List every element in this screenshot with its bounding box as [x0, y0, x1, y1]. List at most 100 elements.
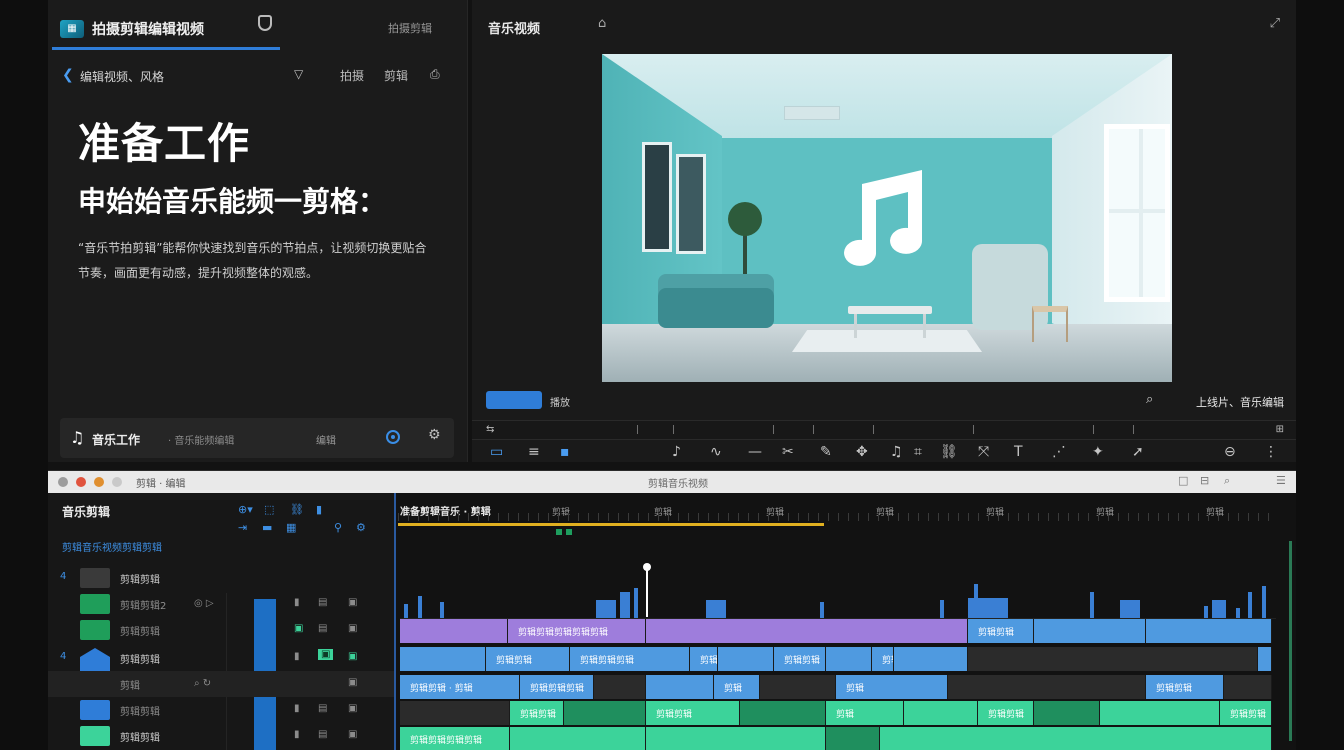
track-lock-icon[interactable]: ▮: [294, 597, 300, 608]
tool-marker-icon[interactable]: ▮: [316, 503, 322, 516]
transition-icon[interactable]: ⤧: [978, 444, 989, 460]
ruler-start-icon[interactable]: ⇆: [486, 424, 494, 435]
clip[interactable]: [564, 701, 646, 725]
move-icon[interactable]: ✥: [856, 444, 868, 460]
clip[interactable]: [894, 647, 968, 671]
video-preview-frame[interactable]: [602, 54, 1172, 382]
track-toggle-icon[interactable]: ◎ ▷: [194, 598, 214, 609]
timeline-area[interactable]: 准备剪辑音乐 · 剪辑 剪辑 剪辑 剪辑 剪辑 剪辑 剪辑 剪辑: [394, 493, 1296, 750]
track-row[interactable]: 4 剪辑剪辑 ▮ ▣ ▣: [48, 645, 394, 684]
track-solo-icon[interactable]: ▤: [318, 729, 327, 740]
expand-icon[interactable]: ⤢: [1270, 16, 1280, 31]
preview-ruler[interactable]: ⇆ | | | | | | | | ⊞: [472, 420, 1296, 440]
track-mute-icon[interactable]: ▣: [348, 651, 357, 662]
export-icon[interactable]: ⎙: [430, 67, 440, 82]
tool-link-icon[interactable]: ⛓: [290, 503, 304, 516]
time-ruler[interactable]: [398, 513, 1278, 521]
tool-add-icon[interactable]: ⊕▾: [238, 503, 253, 516]
filter-icon[interactable]: ▽: [294, 67, 303, 81]
clip[interactable]: [1034, 619, 1146, 643]
track-row[interactable]: 剪辑剪辑 ▮ ▤ ▣: [48, 697, 394, 723]
track-mute-icon[interactable]: ▣: [348, 703, 357, 714]
monitor-icon[interactable]: ▭: [490, 444, 503, 460]
target-icon[interactable]: [386, 430, 400, 444]
clip[interactable]: 剪辑: [714, 675, 760, 699]
track-row[interactable]: 剪辑剪辑 ▣ ▤ ▣: [48, 617, 394, 643]
window-panel-icon[interactable]: ⊟: [1200, 474, 1209, 487]
timeline-scrollbar[interactable]: [1289, 541, 1292, 741]
text-icon[interactable]: T: [1014, 444, 1023, 460]
nav-icon-label-1[interactable]: 拍摄: [340, 67, 364, 84]
clip[interactable]: [400, 619, 508, 643]
window-square-icon[interactable]: □: [1178, 474, 1188, 487]
clip[interactable]: [1034, 701, 1100, 725]
dash-icon[interactable]: —: [748, 444, 762, 460]
clip[interactable]: [400, 647, 486, 671]
track-row[interactable]: 剪辑剪辑2 ◎ ▷ ▮ ▤ ▣: [48, 591, 394, 617]
clip[interactable]: 剪辑剪辑: [1220, 701, 1272, 725]
back-arrow-icon[interactable]: ❮: [62, 67, 74, 83]
pen-icon[interactable]: ✎: [820, 444, 832, 460]
track-mute-icon[interactable]: ▣: [348, 623, 357, 634]
razor-icon[interactable]: ✂: [782, 444, 794, 460]
clip[interactable]: 剪辑剪辑: [1146, 675, 1224, 699]
tool-snap-icon[interactable]: ⚲: [334, 521, 342, 534]
window-search-icon[interactable]: ⌕: [1224, 474, 1230, 488]
app-tab[interactable]: ▦ 拍摄剪辑编辑视频: [52, 10, 280, 50]
track-lock-icon[interactable]: ▮: [294, 703, 300, 714]
clip[interactable]: [826, 727, 880, 750]
clip[interactable]: [510, 727, 646, 750]
track-toggle-icon[interactable]: ⌕ ↻: [194, 678, 211, 689]
zoom-icon[interactable]: ⊖: [1224, 444, 1236, 460]
track-solo-icon[interactable]: ▤: [318, 597, 327, 608]
ruler-end-icon[interactable]: ⊞: [1276, 424, 1284, 435]
window-menu-icon[interactable]: ☰: [1276, 474, 1286, 487]
close-window-icon[interactable]: [76, 477, 86, 487]
shield-icon[interactable]: [258, 15, 272, 31]
maximize-window-icon[interactable]: [112, 477, 122, 487]
header-right-label[interactable]: 拍摄剪辑: [388, 20, 432, 36]
clip[interactable]: [826, 647, 872, 671]
settings-icon[interactable]: ⚙: [428, 427, 441, 443]
window-dot[interactable]: [58, 477, 68, 487]
clip[interactable]: [1146, 619, 1272, 643]
track-lock-icon[interactable]: ▣: [294, 623, 303, 634]
track-solo-icon[interactable]: ▤: [318, 623, 327, 634]
search-icon[interactable]: ⌕: [1146, 392, 1153, 407]
track-lock-icon[interactable]: ▮: [294, 729, 300, 740]
tool-select-icon[interactable]: ⬚: [264, 503, 274, 516]
clip[interactable]: [740, 701, 826, 725]
pin-icon[interactable]: ⌂: [598, 16, 606, 31]
track-row[interactable]: 剪辑剪辑 ▮ ▤ ▣: [48, 723, 394, 749]
clip[interactable]: 剪辑剪辑剪辑: [520, 675, 594, 699]
tool-trash-icon[interactable]: ▦: [286, 521, 296, 534]
link-icon[interactable]: ⛓: [940, 444, 958, 460]
track-row[interactable]: 剪辑 ⌕ ↻ ▣: [48, 671, 394, 697]
small-square-icon[interactable]: ▪: [560, 444, 570, 460]
marker[interactable]: [566, 529, 572, 535]
work-area-bar[interactable]: [398, 523, 824, 526]
tool-track-icon[interactable]: ⇥: [238, 521, 247, 534]
graph-icon[interactable]: ⋰: [1052, 444, 1066, 460]
track-solo-icon[interactable]: ▣: [318, 649, 334, 660]
arrow-icon[interactable]: ➚: [1132, 444, 1144, 460]
effects-icon[interactable]: ✦: [1092, 444, 1104, 460]
clip[interactable]: [646, 675, 714, 699]
clip[interactable]: [880, 727, 1272, 750]
clip[interactable]: [1258, 647, 1272, 671]
track-edit-label[interactable]: 编辑: [316, 432, 336, 447]
clip[interactable]: 剪辑剪辑: [774, 647, 826, 671]
tool-settings-icon[interactable]: ⚙: [356, 521, 366, 534]
clip[interactable]: 剪辑: [826, 701, 904, 725]
track-mute-icon[interactable]: ▣: [348, 729, 357, 740]
clip[interactable]: 剪辑剪辑: [486, 647, 570, 671]
more-icon[interactable]: ⋮: [1264, 444, 1278, 460]
view-mode-toggle[interactable]: [486, 391, 542, 409]
clip[interactable]: 剪辑剪辑 · 剪辑: [400, 675, 520, 699]
clip[interactable]: [1100, 701, 1220, 725]
clip[interactable]: 剪辑: [690, 647, 718, 671]
list-icon[interactable]: ≡: [528, 444, 540, 460]
clip[interactable]: 剪辑剪辑剪辑: [570, 647, 690, 671]
clip[interactable]: [904, 701, 978, 725]
music-track-bar[interactable]: ♫ 音乐工作 · 音乐能频编辑 编辑 ⚙: [60, 418, 454, 458]
